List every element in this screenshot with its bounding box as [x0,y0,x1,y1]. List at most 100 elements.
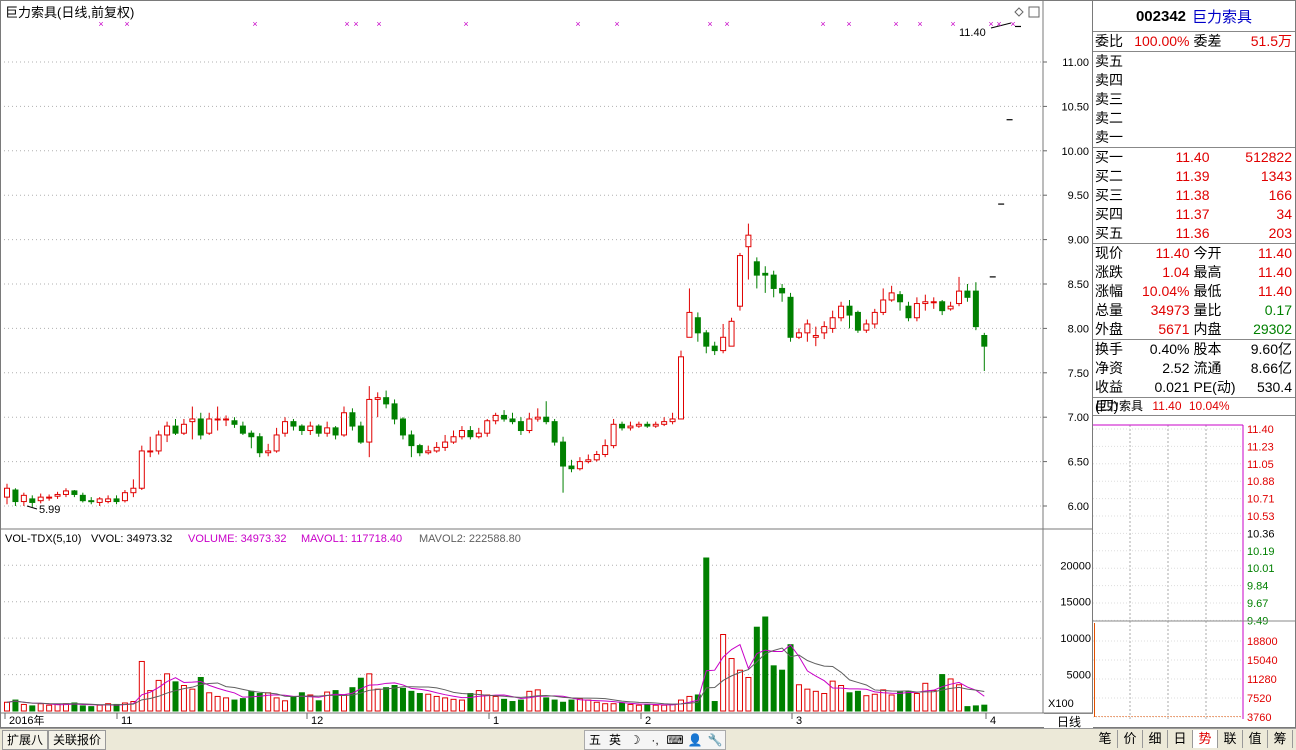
ime-button[interactable]: ⌨ [665,731,685,749]
volume-bar [282,700,289,712]
chart-title: 巨力索具(日线,前复权) [5,5,134,20]
right-panel-tabs[interactable]: 笔价细日势联值筹 [1093,730,1293,748]
stock-code: 002342 [1135,7,1187,25]
volume-bar [543,697,550,712]
ime-button[interactable]: ☽ [625,731,645,749]
right-tab[interactable]: 日 [1168,730,1193,748]
stat-row: 涨跌 1.04 最高 11.40 [1093,263,1295,282]
tab-related-quotes[interactable]: 关联报价 [48,730,107,750]
candle-body [644,423,651,427]
volume-bar [37,703,44,712]
volume-bar [779,669,786,712]
signal-marker: × [124,19,129,29]
fund-label: 净资 [1095,360,1123,376]
candle-body [956,290,963,305]
ask-row[interactable]: 卖一 [1093,128,1295,147]
candle-body [501,414,508,420]
date-label: 3 [796,715,802,727]
volume-bar [602,703,609,712]
right-tab[interactable]: 联 [1218,730,1243,748]
candle-body [838,305,845,319]
candle-body [922,301,929,305]
price-tick-label: 8.50 [1068,279,1089,291]
candle-body [930,301,937,304]
signal-marker: × [376,19,381,29]
kline-chart-svg[interactable]: 11.00 10.50 10.00 9.50 9.00 8.50 8.00 7.50 7.00 6… [1,1,1094,729]
diamond-icon[interactable] [1014,7,1024,17]
fund-label: 换手 [1095,341,1123,357]
weibi-section: 委比 100.00% 委差 51.5万 [1093,32,1295,52]
fund-row: 收益(四) 0.021 PE(动) 530.4 [1093,378,1295,414]
right-tab[interactable]: 价 [1118,730,1143,748]
ask-row[interactable]: 卖五 [1093,52,1295,71]
right-tab[interactable]: 值 [1243,730,1268,748]
kline-chart-panel[interactable]: 11.00 10.50 10.00 9.50 9.00 8.50 8.00 7.50 7.00 6… [0,0,1094,730]
candle-body [467,430,474,438]
volume-bar [854,690,861,712]
bid-volume: 1343 [1260,168,1292,184]
bid-row[interactable]: 买一 11.40 512822 [1093,148,1295,167]
mini-price: 11.40 [1152,399,1182,413]
candle-body [256,436,263,454]
candle-body [450,436,457,443]
volume-bar [492,695,499,712]
volume-bar [172,681,179,712]
window-icon[interactable] [1028,6,1040,18]
signal-marker: × [98,19,103,29]
volume-bar [273,697,280,712]
ime-button[interactable]: 🔧 [705,731,725,749]
volume-bar [972,705,979,712]
ime-button[interactable]: 五 [585,731,605,749]
candle-body [433,446,440,452]
candle-body [416,445,423,454]
signal-marker: × [820,19,825,29]
ask-label: 卖三 [1095,91,1123,107]
stat-value: 1.04 [1162,264,1190,280]
volume-bar [812,690,819,712]
candle-body [408,434,415,447]
tab-extension-8[interactable]: 扩展八 [2,730,49,750]
price-tick-label: 10.00 [1061,146,1089,158]
bid-row[interactable]: 买三 11.38 166 [1093,186,1295,205]
stock-name[interactable]: 巨力索具 [1192,6,1252,27]
candle-body [130,487,137,494]
ask-row[interactable]: 卖二 [1093,109,1295,128]
ime-button[interactable]: ·, [645,731,665,749]
candle-body [96,498,103,503]
bid-section: 买一 11.40 512822 买二 11.39 1343 买三 11.38 1… [1093,148,1295,244]
volume-bar [189,688,196,712]
bid-row[interactable]: 买四 11.37 34 [1093,205,1295,224]
ask-row[interactable]: 卖三 [1093,90,1295,109]
right-tab[interactable]: 笔 [1093,730,1118,748]
right-tab[interactable]: 势 [1193,730,1218,748]
ask-row[interactable]: 卖四 [1093,71,1295,90]
right-tab[interactable]: 筹 [1268,730,1293,748]
bid-row[interactable]: 买五 11.36 203 [1093,224,1295,243]
volume-bar [391,685,398,712]
volume-bar [897,691,904,712]
signal-marker: × [614,19,619,29]
ime-toolbar[interactable]: 五英 ☽ ·, ⌨ 👤 🔧 [584,730,726,750]
bid-label: 买二 [1095,168,1123,184]
ime-button[interactable]: 👤 [685,731,705,749]
candle-body [172,425,179,434]
volume-bar [298,692,305,712]
volume-bar [20,703,27,712]
candle-body [619,423,626,429]
volume-bar [349,687,356,712]
bid-label: 买五 [1095,225,1123,241]
ime-button[interactable]: 英 [605,731,625,749]
panel-control-icons[interactable] [1014,6,1040,18]
bid-row[interactable]: 买二 11.39 1343 [1093,167,1295,186]
intraday-chart[interactable]: 11.40 11.23 11.05 10.88 10.71 10.53 10.36 10.19… [1093,423,1295,722]
fund-value: 0.021 [1154,379,1190,395]
volume-bar [79,705,86,712]
ask-volume [1210,90,1293,109]
volume-unit-label: X100 [1048,698,1074,710]
right-tab[interactable]: 细 [1143,730,1168,748]
volume-bar [501,698,508,712]
ask-volume [1210,128,1293,147]
stat-value-2: 11.40 [1258,264,1292,280]
candle-body [509,418,516,423]
candle-body [762,272,769,276]
